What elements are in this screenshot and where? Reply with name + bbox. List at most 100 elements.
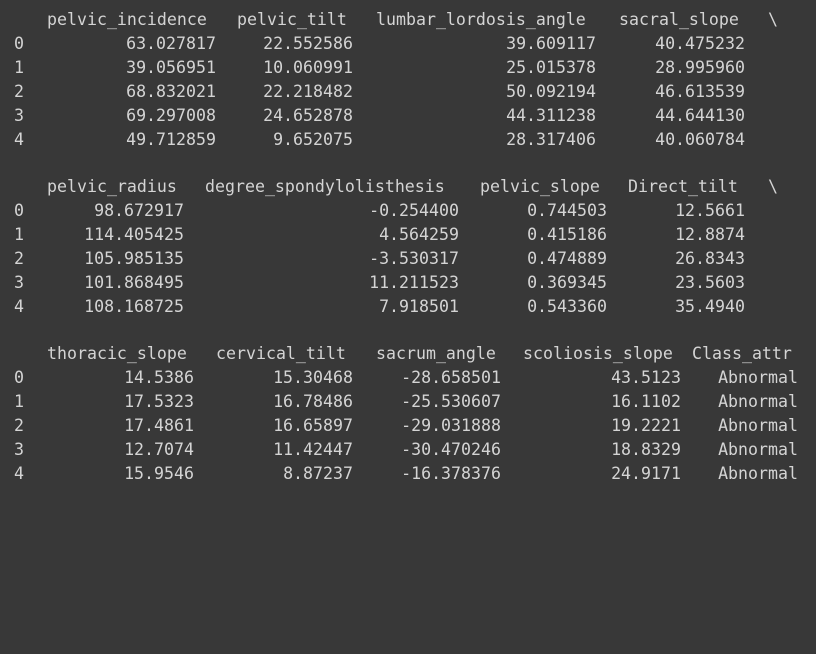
table-cell: Abnormal <box>718 392 798 411</box>
table-cell: 39.056951 <box>126 58 216 77</box>
table-cell: 15.9546 <box>124 464 194 483</box>
table-cell: 46.613539 <box>655 82 745 101</box>
table-cell: 40.475232 <box>655 34 745 53</box>
table-cell: 68.832021 <box>126 82 216 101</box>
column-header: sacrum_angle <box>376 344 496 363</box>
table-cell: 17.4861 <box>124 416 194 435</box>
table-row: 0 14.5386 15.30468 -28.658501 43.5123 Ab… <box>0 366 816 390</box>
table-cell: 114.405425 <box>84 225 184 244</box>
table-cell: 8.87237 <box>283 464 353 483</box>
table-row: 4 49.712859 9.652075 28.317406 40.060784 <box>0 128 816 152</box>
table-cell: 17.5323 <box>124 392 194 411</box>
table-cell: -28.658501 <box>401 368 501 387</box>
table-cell: 15.30468 <box>273 368 353 387</box>
table-row: 2 68.832021 22.218482 50.092194 46.61353… <box>0 80 816 104</box>
table-cell: 0.744503 <box>527 201 607 220</box>
row-index: 2 <box>14 82 24 101</box>
table-cell: 44.644130 <box>655 106 745 125</box>
table-cell: 7.918501 <box>379 297 459 316</box>
table-cell: 0.543360 <box>527 297 607 316</box>
column-header: pelvic_radius <box>47 177 177 196</box>
row-index: 1 <box>14 58 24 77</box>
table-cell: 28.995960 <box>655 58 745 77</box>
column-header: sacral_slope <box>619 10 739 29</box>
column-header: Direct_tilt <box>628 177 738 196</box>
table-cell: 24.9171 <box>611 464 681 483</box>
table-cell: 16.78486 <box>273 392 353 411</box>
table-cell: -25.530607 <box>401 392 501 411</box>
table-cell: 12.7074 <box>124 440 194 459</box>
table-row: 2 17.4861 16.65897 -29.031888 19.2221 Ab… <box>0 414 816 438</box>
continuation-mark: \ <box>768 177 778 196</box>
table-cell: 105.985135 <box>84 249 184 268</box>
table-cell: 108.168725 <box>84 297 184 316</box>
row-index: 3 <box>14 440 24 459</box>
table-cell: 63.027817 <box>126 34 216 53</box>
table-cell: 19.2221 <box>611 416 681 435</box>
table-cell: 18.8329 <box>611 440 681 459</box>
table-row: 1 114.405425 4.564259 0.415186 12.8874 <box>0 223 816 247</box>
column-header: scoliosis_slope <box>523 344 673 363</box>
table-cell: 50.092194 <box>506 82 596 101</box>
column-header: degree_spondylolisthesis <box>205 177 445 196</box>
table-cell: 23.5603 <box>675 273 745 292</box>
row-index: 3 <box>14 273 24 292</box>
row-index: 0 <box>14 34 24 53</box>
table-cell: 101.868495 <box>84 273 184 292</box>
table-cell: 14.5386 <box>124 368 194 387</box>
table-cell: -3.530317 <box>369 249 459 268</box>
header-row: pelvic_radius degree_spondylolisthesis p… <box>0 175 816 199</box>
table-cell: 25.015378 <box>506 58 596 77</box>
row-index: 3 <box>14 106 24 125</box>
table-cell: 12.5661 <box>675 201 745 220</box>
table-cell: 28.317406 <box>506 130 596 149</box>
column-header: pelvic_slope <box>480 177 600 196</box>
continuation-mark: \ <box>768 10 778 29</box>
row-index: 1 <box>14 225 24 244</box>
column-header: pelvic_incidence <box>47 10 207 29</box>
table-cell: 9.652075 <box>273 130 353 149</box>
table-cell: Abnormal <box>718 416 798 435</box>
row-index: 1 <box>14 392 24 411</box>
table-row: 3 12.7074 11.42447 -30.470246 18.8329 Ab… <box>0 438 816 462</box>
table-cell: 49.712859 <box>126 130 216 149</box>
table-cell: Abnormal <box>718 368 798 387</box>
table-row: 2 105.985135 -3.530317 0.474889 26.8343 <box>0 247 816 271</box>
column-header: lumbar_lordosis_angle <box>376 10 586 29</box>
table-cell: -30.470246 <box>401 440 501 459</box>
table-cell: 22.552586 <box>263 34 353 53</box>
table-row: 3 101.868495 11.211523 0.369345 23.5603 <box>0 271 816 295</box>
table-cell: 4.564259 <box>379 225 459 244</box>
row-index: 0 <box>14 201 24 220</box>
table-cell: 26.8343 <box>675 249 745 268</box>
table-cell: 0.415186 <box>527 225 607 244</box>
table-cell: 16.65897 <box>273 416 353 435</box>
table-row: 3 69.297008 24.652878 44.311238 44.64413… <box>0 104 816 128</box>
table-row: 4 15.9546 8.87237 -16.378376 24.9171 Abn… <box>0 462 816 486</box>
table-cell: 98.672917 <box>94 201 184 220</box>
table-cell: Abnormal <box>718 464 798 483</box>
header-row: pelvic_incidence pelvic_tilt lumbar_lord… <box>0 8 816 32</box>
table-cell: 0.474889 <box>527 249 607 268</box>
row-index: 4 <box>14 130 24 149</box>
table-cell: 22.218482 <box>263 82 353 101</box>
row-index: 2 <box>14 416 24 435</box>
table-cell: 44.311238 <box>506 106 596 125</box>
table-cell: 40.060784 <box>655 130 745 149</box>
table-cell: 35.4940 <box>675 297 745 316</box>
table-row: 1 39.056951 10.060991 25.015378 28.99596… <box>0 56 816 80</box>
row-index: 0 <box>14 368 24 387</box>
table-cell: 24.652878 <box>263 106 353 125</box>
table-cell: -0.254400 <box>369 201 459 220</box>
table-cell: 69.297008 <box>126 106 216 125</box>
header-row: thoracic_slope cervical_tilt sacrum_angl… <box>0 342 816 366</box>
table-row: 4 108.168725 7.918501 0.543360 35.4940 <box>0 295 816 319</box>
table-row: 0 98.672917 -0.254400 0.744503 12.5661 <box>0 199 816 223</box>
table-cell: 12.8874 <box>675 225 745 244</box>
table-cell: 16.1102 <box>611 392 681 411</box>
row-index: 2 <box>14 249 24 268</box>
row-index: 4 <box>14 464 24 483</box>
table-row: 0 63.027817 22.552586 39.609117 40.47523… <box>0 32 816 56</box>
column-header: Class_attr <box>692 344 792 363</box>
row-index: 4 <box>14 297 24 316</box>
